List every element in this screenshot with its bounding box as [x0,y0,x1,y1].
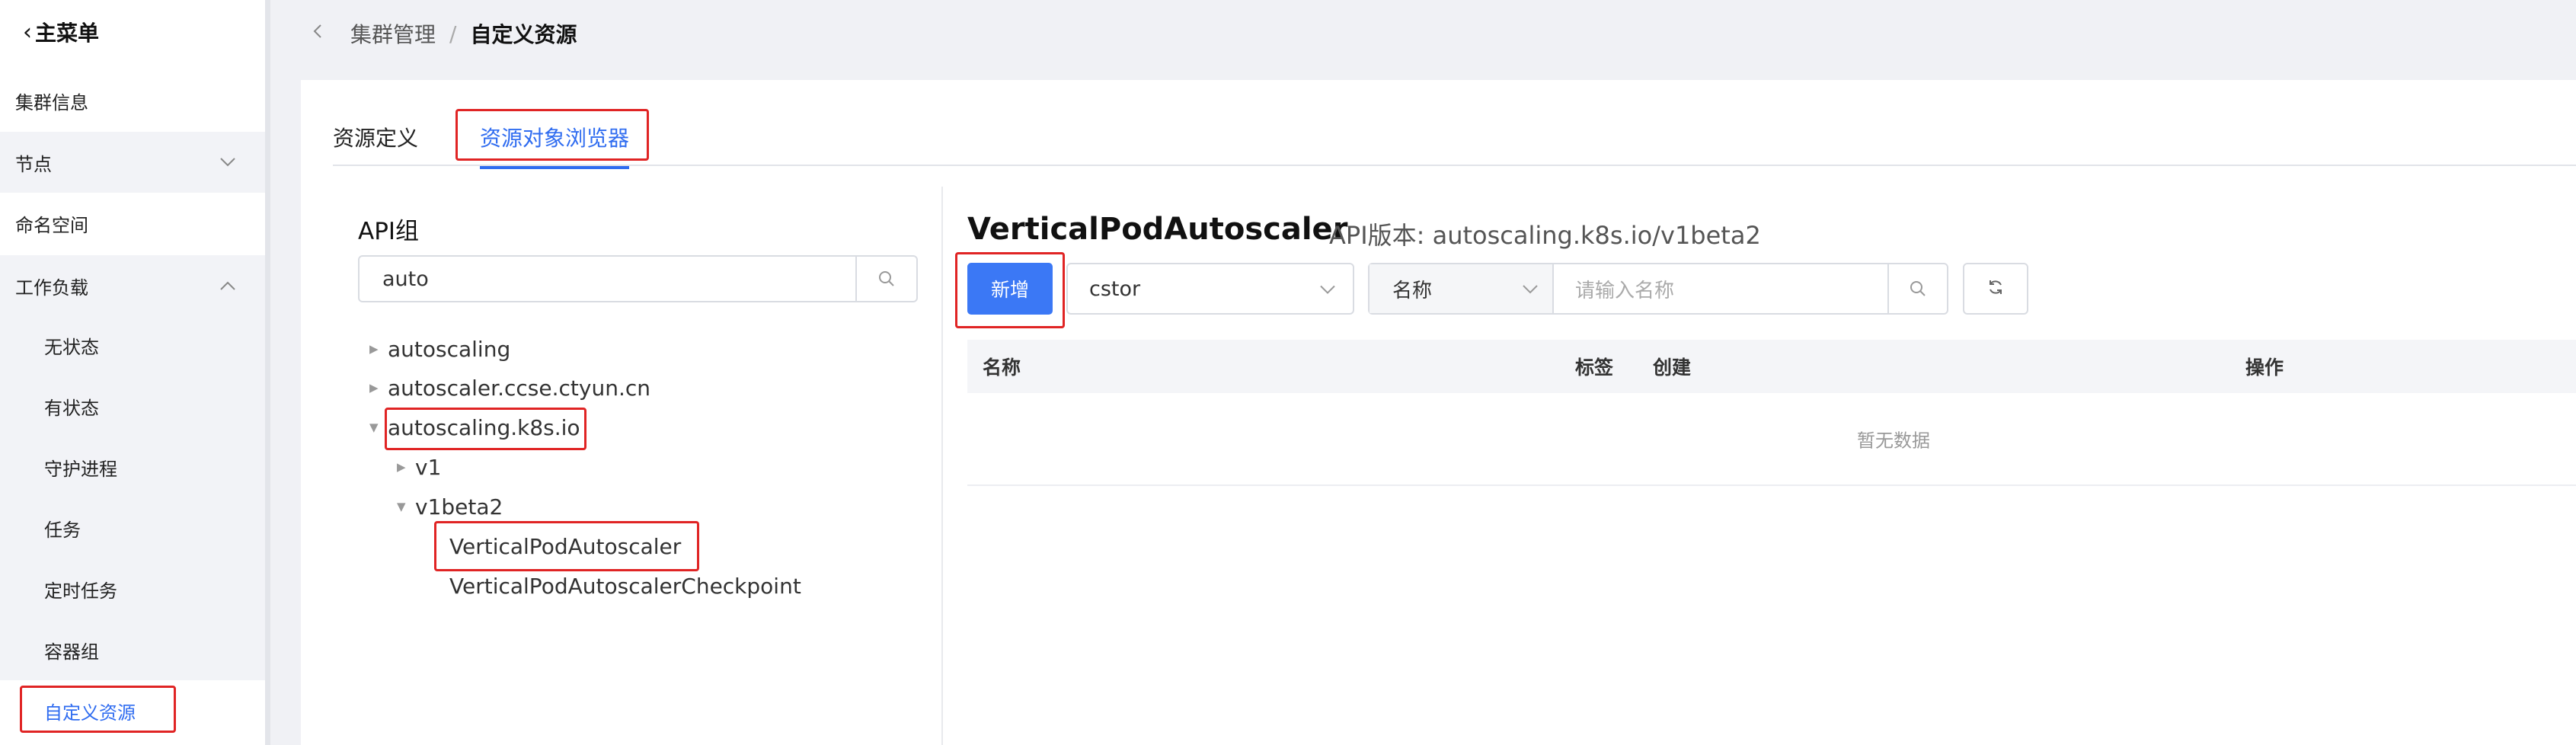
column-header-labels: 标签 [1575,357,1614,379]
tree-node-v1[interactable]: ▶ v1 [397,452,441,482]
highlight-box [20,686,176,733]
table-body: 暂无数据 [967,393,2576,486]
tree-node-verticalpodautoscalercheckpoint[interactable]: VerticalPodAutoscalerCheckpoint [449,571,801,601]
breadcrumb-current: 自定义资源 [470,22,577,47]
tab-bar: 资源定义 资源对象浏览器 [333,107,2576,169]
tree-node-label: VerticalPodAutoscalerCheckpoint [449,573,801,599]
sidebar-item-label: 无状态 [44,336,99,358]
sidebar-scrollbar[interactable] [265,0,270,745]
chevron-down-icon [1319,277,1336,301]
sidebar-item-workloads[interactable]: 工作负载 [0,255,270,316]
sidebar-item-jobs[interactable]: 任务 [0,497,270,558]
highlight-box [385,408,586,450]
tree-node-label: autoscaler.ccse.ctyun.cn [388,375,650,401]
main-menu-label: 主菜单 [35,21,100,46]
sidebar-item-pods[interactable]: 容器组 [0,619,270,680]
empty-state-text: 暂无数据 [1857,430,1930,452]
api-group-title: API组 [358,218,420,245]
main-menu-back-button[interactable]: ‹ 主菜单 [23,17,99,47]
sidebar-item-statefulsets[interactable]: 有状态 [0,376,270,436]
chevron-up-icon [219,277,236,295]
resource-table: 名称 标签 创建 操作 暂无数据 [967,340,2576,486]
sidebar: ‹ 主菜单 集群信息 节点 命名空间 工作负载 无状态 有状态 守护进程 任务 … [0,0,270,745]
caret-down-icon[interactable]: ▼ [397,500,415,513]
sidebar-item-label: 任务 [44,519,81,541]
resource-title: VerticalPodAutoscaler [967,212,1348,247]
name-search-input[interactable]: 请输入名称 [1554,264,1887,313]
namespace-select-value: cstor [1089,277,1141,301]
sidebar-item-label: 有状态 [44,397,99,419]
caret-right-icon[interactable]: ▶ [369,342,388,356]
tree-node-autoscaling[interactable]: ▶ autoscaling [369,334,510,364]
sidebar-item-label: 守护进程 [44,458,117,480]
sidebar-item-label: 定时任务 [44,580,117,602]
refresh-button[interactable] [1963,263,2028,315]
resource-api-version: API版本: autoscaling.k8s.io/v1beta2 [1329,221,1761,250]
api-group-search-value[interactable]: auto [360,257,855,301]
table-header: 名称 标签 创建 操作 [967,340,2576,393]
sidebar-item-label: 节点 [15,153,52,175]
highlight-box [455,109,649,161]
name-filter: 名称 请输入名称 [1368,263,1948,315]
chevron-down-icon [219,153,236,171]
caret-right-icon[interactable]: ▶ [369,381,388,395]
sidebar-item-nodes[interactable]: 节点 [0,132,270,193]
chevron-left-icon: ‹ [23,18,32,46]
column-divider [941,187,943,745]
tree-node-label: v1beta2 [415,494,503,520]
tree-node-autoscaler-ccse[interactable]: ▶ autoscaler.ccse.ctyun.cn [369,372,650,403]
breadcrumb-parent[interactable]: 集群管理 [350,18,436,49]
chevron-down-icon [1522,277,1539,300]
tree-node-v1beta2[interactable]: ▼ v1beta2 [397,491,503,522]
column-header-actions: 操作 [2245,357,2284,379]
header [270,0,2576,80]
refresh-icon [1986,278,2005,299]
tab-resource-definitions[interactable]: 资源定义 [333,122,418,152]
sidebar-item-label: 容器组 [44,641,99,663]
sidebar-item-label: 集群信息 [15,91,88,114]
sidebar-item-daemonsets[interactable]: 守护进程 [0,436,270,497]
sidebar-item-label: 工作负载 [15,277,88,299]
namespace-select[interactable]: cstor [1066,263,1354,315]
highlight-box [955,252,1065,328]
tree-node-label: v1 [415,454,442,480]
sidebar-item-label: 命名空间 [15,214,88,236]
sidebar-item-cluster-info[interactable]: 集群信息 [0,70,270,131]
breadcrumb: 集群管理 / 自定义资源 [312,17,577,50]
sidebar-item-deployments[interactable]: 无状态 [0,315,270,376]
content-gutter [270,80,301,745]
search-icon[interactable] [855,257,916,301]
column-header-name: 名称 [983,357,1021,379]
breadcrumb-separator: / [449,21,457,46]
column-header-created: 创建 [1653,357,1692,379]
sidebar-item-namespace[interactable]: 命名空间 [0,193,270,254]
highlight-box [434,521,699,571]
sidebar-item-cronjobs[interactable]: 定时任务 [0,558,270,619]
filter-field-value: 名称 [1392,279,1433,302]
caret-right-icon[interactable]: ▶ [397,460,415,474]
filter-field-select[interactable]: 名称 [1369,264,1554,313]
api-group-search-input[interactable]: auto [358,255,918,302]
search-icon[interactable] [1887,264,1947,313]
tree-node-label: autoscaling [388,336,511,362]
back-arrow-icon[interactable] [312,22,323,45]
